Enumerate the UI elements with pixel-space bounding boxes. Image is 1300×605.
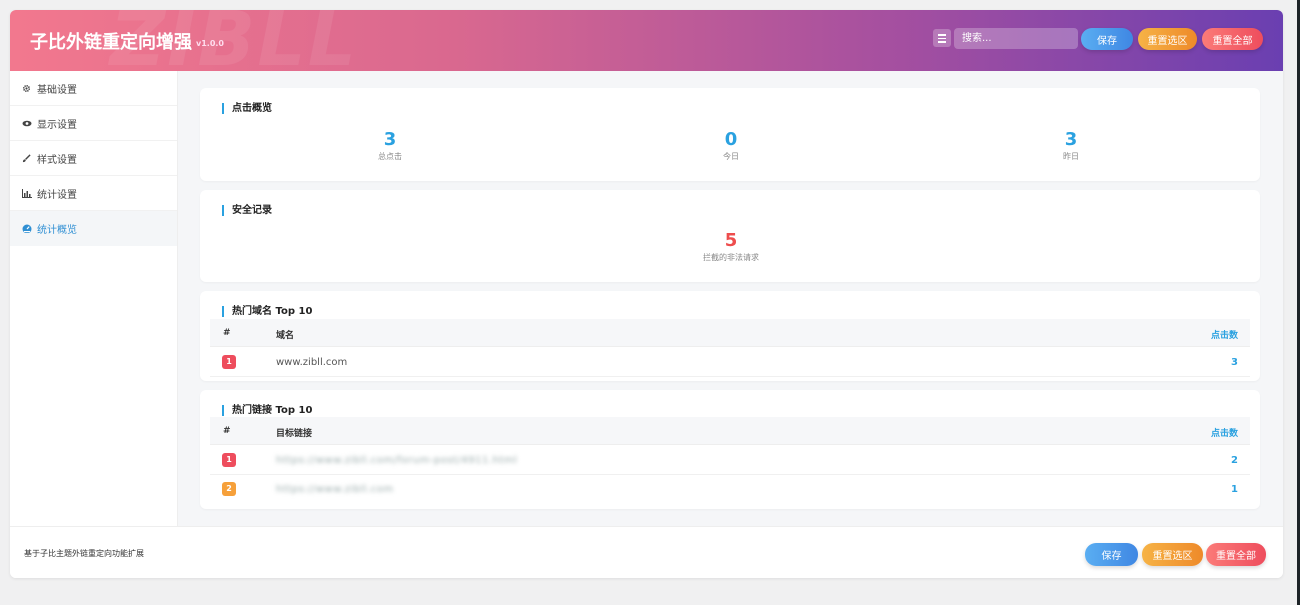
sidebar-item-label: 基础设置 [37, 84, 77, 96]
click-count: 1 [1231, 484, 1238, 495]
sidebar: 基础设置 显示设置 样式设置 统计设置 统计概览 [10, 71, 178, 526]
sidebar-item-label: 显示设置 [37, 119, 77, 131]
table-row: 1 www.zibll.com 3 [210, 348, 1250, 377]
sidebar-item-stats-overview[interactable]: 统计概览 [10, 211, 177, 246]
security-records-card: 安全记录 5 拦截的非法请求 [200, 190, 1260, 282]
settings-panel: ZIBLL 子比外链重定向增强v1.0.0 保存 重置选区 重置全部 基础设置 … [10, 10, 1283, 578]
col-rank: # [223, 328, 231, 338]
security-records-title: 安全记录 [222, 205, 272, 216]
stat-label: 总点击 [378, 152, 402, 161]
stat-value: 3 [1064, 129, 1078, 150]
total-clicks-stat: 3 总点击 [330, 130, 450, 162]
yesterday-clicks-stat: 3 昨日 [1011, 130, 1131, 162]
col-count: 点击数 [1210, 429, 1238, 439]
rank-badge: 1 [222, 355, 236, 369]
sidebar-item-stats-settings[interactable]: 统计设置 [10, 176, 177, 211]
top-domains-card: 热门域名 Top 10 # 域名 点击数 1 www.zibll.com 3 [200, 291, 1260, 381]
target-link[interactable]: https://www.zibll.com/forum-post/4911.ht… [276, 455, 517, 466]
footer-reset-all-button[interactable]: 重置全部 [1206, 543, 1266, 566]
page-title-text: 子比外链重定向增强 [30, 32, 192, 53]
top-links-card: 热门链接 Top 10 # 目标链接 点击数 1 https://www.zib… [200, 390, 1260, 509]
footer-bar: 基于子比主题外链重定向功能扩展 保存 重置选区 重置全部 [10, 526, 1283, 578]
stat-value: 5 [724, 230, 738, 251]
col-rank: # [223, 426, 231, 436]
stat-value: 0 [724, 129, 738, 150]
target-link[interactable]: https://www.zibll.com [276, 484, 394, 495]
footer-save-button[interactable]: 保存 [1085, 543, 1138, 566]
top-links-title: 热门链接 Top 10 [222, 405, 312, 416]
footer-note: 基于子比主题外链重定向功能扩展 [24, 549, 144, 558]
col-domain: 域名 [276, 331, 295, 341]
search-list-icon[interactable] [933, 29, 951, 47]
version-badge: v1.0.0 [196, 38, 224, 48]
bar-chart-icon [22, 188, 32, 198]
reset-section-button[interactable]: 重置选区 [1138, 28, 1197, 50]
click-count: 3 [1231, 357, 1238, 368]
gear-icon [22, 84, 31, 93]
rank-badge: 1 [222, 453, 236, 467]
sidebar-item-label: 统计概览 [37, 225, 77, 236]
click-count: 2 [1231, 455, 1238, 466]
reset-all-button[interactable]: 重置全部 [1202, 28, 1263, 50]
stat-label: 今日 [723, 152, 739, 161]
table-header: # 域名 点击数 [210, 319, 1250, 347]
blocked-requests-stat: 5 拦截的非法请求 [671, 231, 791, 263]
col-target-link: 目标链接 [276, 429, 313, 439]
main-content: 点击概览 3 总点击 0 今日 3 昨日 安全记录 5 拦截的非法请求 热门域名… [178, 71, 1283, 526]
page-title: 子比外链重定向增强 v1.0.0 [30, 28, 224, 54]
rank-badge: 2 [222, 482, 236, 496]
footer-reset-section-button[interactable]: 重置选区 [1142, 543, 1203, 566]
search-input[interactable] [954, 28, 1078, 49]
sidebar-item-label: 统计设置 [37, 189, 77, 201]
sidebar-item-style[interactable]: 样式设置 [10, 141, 177, 176]
sidebar-item-basic[interactable]: 基础设置 [10, 71, 177, 106]
header-bar: ZIBLL 子比外链重定向增强v1.0.0 保存 重置选区 重置全部 [10, 10, 1283, 71]
brush-icon [22, 153, 31, 163]
top-domains-title: 热门域名 Top 10 [222, 306, 312, 317]
stat-label: 拦截的非法请求 [703, 253, 759, 262]
eye-icon [22, 119, 32, 128]
clicks-overview-title: 点击概览 [222, 103, 272, 114]
stat-label: 昨日 [1063, 152, 1079, 161]
table-header: # 目标链接 点击数 [210, 417, 1250, 445]
save-button[interactable]: 保存 [1081, 28, 1133, 50]
sidebar-item-display[interactable]: 显示设置 [10, 106, 177, 141]
today-clicks-stat: 0 今日 [671, 130, 791, 162]
col-count: 点击数 [1210, 331, 1238, 341]
dashboard-icon [22, 224, 32, 234]
stat-value: 3 [383, 129, 397, 150]
table-row: 2 https://www.zibll.com 1 [210, 475, 1250, 504]
domain-name: www.zibll.com [276, 357, 348, 368]
sidebar-item-label: 样式设置 [37, 154, 77, 166]
clicks-overview-card: 点击概览 3 总点击 0 今日 3 昨日 [200, 88, 1260, 181]
table-row: 1 https://www.zibll.com/forum-post/4911.… [210, 446, 1250, 475]
